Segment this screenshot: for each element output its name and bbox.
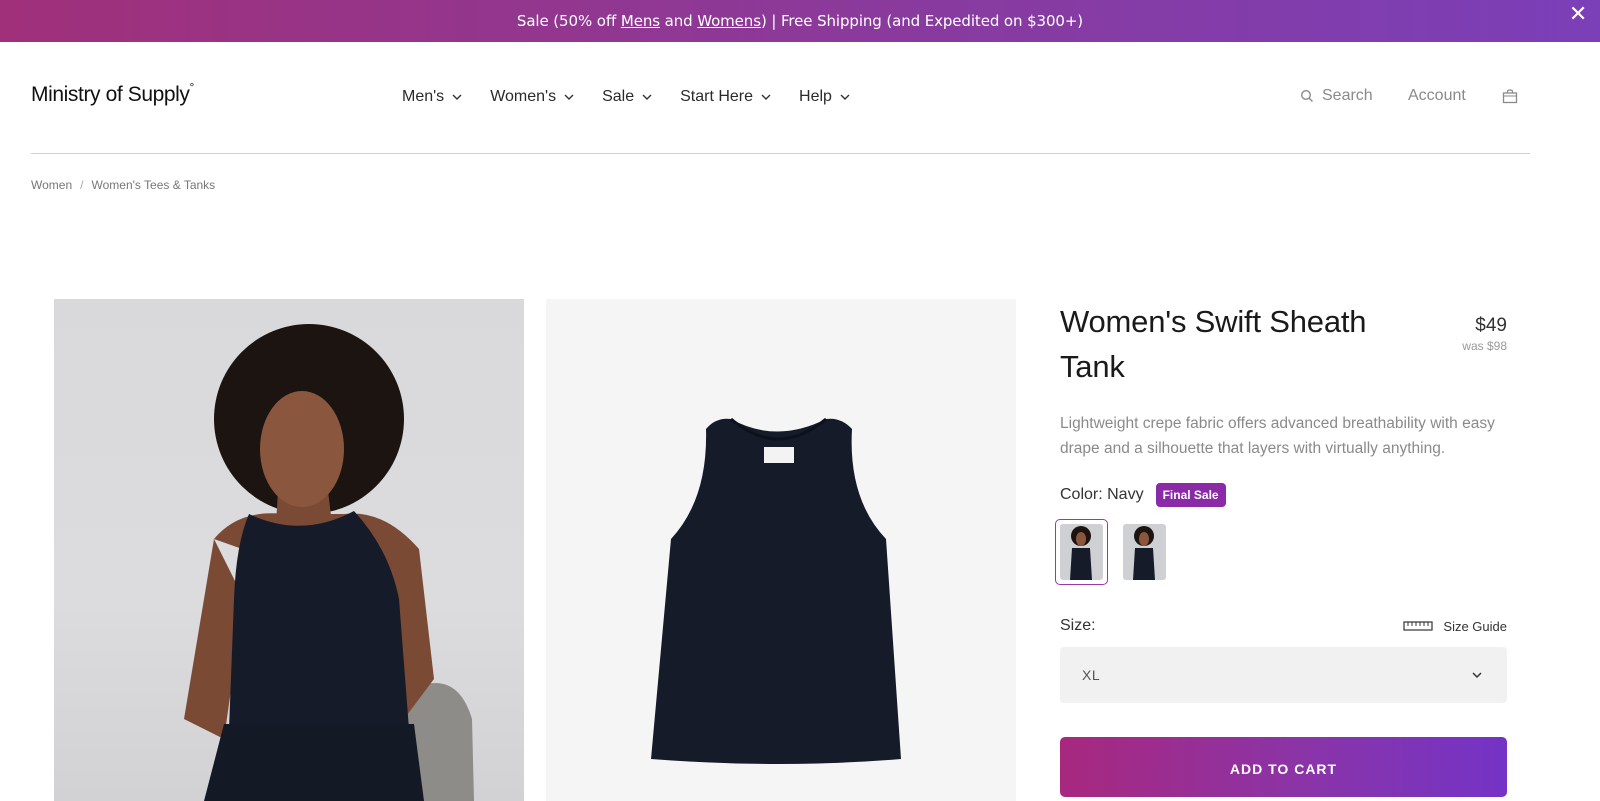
chevron-down-icon bbox=[564, 94, 574, 100]
search-label: Search bbox=[1322, 87, 1373, 104]
shopping-bag-icon bbox=[1502, 89, 1518, 104]
nav-item-start-here[interactable]: Start Here bbox=[680, 88, 772, 106]
color-label: Color: Navy bbox=[1060, 486, 1144, 503]
womens-sale-link[interactable]: Womens bbox=[697, 12, 761, 30]
model-illustration bbox=[184, 324, 474, 801]
breadcrumb-tees-tanks[interactable]: Women's Tees & Tanks bbox=[91, 178, 215, 192]
nav-item-help[interactable]: Help bbox=[799, 88, 851, 106]
size-select[interactable]: XL bbox=[1060, 647, 1507, 703]
swatch-thumbnail bbox=[1060, 524, 1103, 580]
product-image-flat[interactable] bbox=[546, 299, 1016, 801]
breadcrumb: Women / Women's Tees & Tanks bbox=[31, 178, 215, 192]
swatch-thumbnail bbox=[1123, 524, 1166, 580]
announcement-suffix: ) | Free Shipping (and Expedited on $300… bbox=[760, 12, 1084, 30]
breadcrumb-women[interactable]: Women bbox=[31, 178, 72, 192]
site-logo[interactable]: Ministry of Supply° bbox=[31, 80, 195, 107]
nav-item-mens[interactable]: Men's bbox=[402, 88, 463, 106]
breadcrumb-separator: / bbox=[80, 178, 84, 192]
logo-text: Ministry of Supply bbox=[31, 83, 190, 106]
chevron-down-icon bbox=[642, 94, 652, 100]
ruler-icon bbox=[1403, 621, 1434, 631]
size-row: Size: Size Guide bbox=[1060, 617, 1507, 635]
product-description: Lightweight crepe fabric offers advanced… bbox=[1060, 415, 1495, 457]
product-image-model[interactable] bbox=[54, 299, 524, 801]
tank-flat-illustration bbox=[651, 417, 901, 764]
account-link[interactable]: Account bbox=[1408, 87, 1466, 105]
nav-label: Start Here bbox=[680, 88, 754, 105]
product-title: Women's Swift Sheath Tank bbox=[1060, 304, 1367, 384]
chevron-down-icon bbox=[840, 94, 850, 100]
announcement-and: and bbox=[659, 12, 698, 30]
product-details: Women's Swift Sheath Tank $49 was $98 Li… bbox=[1055, 299, 1507, 797]
sale-price: $49 bbox=[1475, 315, 1507, 336]
mens-sale-link[interactable]: Mens bbox=[621, 12, 660, 30]
color-swatch-navy-model[interactable] bbox=[1055, 519, 1108, 585]
nav-item-sale[interactable]: Sale bbox=[602, 88, 653, 106]
chevron-down-icon bbox=[761, 94, 771, 100]
announcement-bar: Sale (50% off Mens and Womens) | Free Sh… bbox=[0, 0, 1600, 42]
original-price: was $98 bbox=[1462, 339, 1507, 353]
account-label: Account bbox=[1408, 87, 1466, 104]
nav-item-womens[interactable]: Women's bbox=[490, 88, 575, 106]
header-divider bbox=[31, 153, 1530, 154]
size-guide-link[interactable]: Size Guide bbox=[1403, 619, 1507, 634]
add-to-cart-button[interactable]: ADD TO CART bbox=[1060, 737, 1507, 797]
logo-mark: ° bbox=[189, 80, 195, 94]
cart-button[interactable] bbox=[1502, 89, 1518, 104]
color-row: Color: Navy Final Sale bbox=[1060, 483, 1507, 507]
nav-label: Women's bbox=[490, 88, 557, 105]
nav-label: Help bbox=[799, 88, 832, 105]
size-guide-label: Size Guide bbox=[1443, 618, 1507, 634]
final-sale-badge: Final Sale bbox=[1155, 483, 1226, 507]
color-swatches bbox=[1055, 519, 1507, 585]
chevron-down-icon bbox=[452, 94, 462, 100]
announcement-prefix: Sale (50% off bbox=[516, 12, 621, 30]
size-label: Size: bbox=[1060, 617, 1096, 634]
announcement-text: Sale (50% off Mens and Womens) | Free Sh… bbox=[517, 12, 1083, 30]
product-price: $49 was $98 bbox=[1462, 315, 1507, 353]
color-swatch-navy-alt[interactable] bbox=[1118, 519, 1171, 585]
close-icon[interactable]: ✕ bbox=[1566, 4, 1590, 26]
selected-size: XL bbox=[1082, 667, 1101, 683]
nav-label: Men's bbox=[402, 88, 445, 105]
main-nav: Men's Women's Sale Start Here Help bbox=[402, 88, 878, 106]
nav-label: Sale bbox=[602, 88, 635, 105]
search-icon bbox=[1300, 89, 1313, 102]
search-button[interactable]: Search bbox=[1300, 87, 1373, 105]
chevron-down-icon bbox=[1472, 672, 1482, 679]
